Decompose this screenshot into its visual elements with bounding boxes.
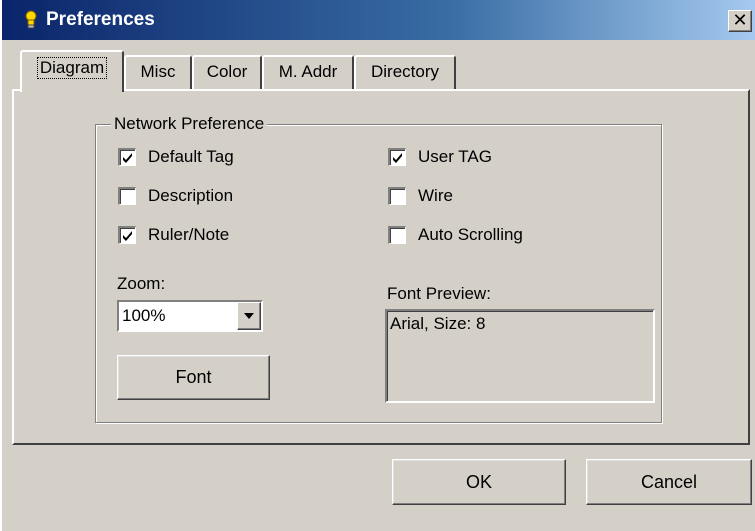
checkbox-box[interactable] <box>388 226 406 244</box>
checkbox-label: Auto Scrolling <box>418 225 523 244</box>
lightbulb-icon <box>24 10 38 30</box>
window-title: Preferences <box>46 9 155 30</box>
tab-label: Diagram <box>36 57 108 79</box>
tab-color[interactable]: Color <box>192 55 262 89</box>
tab-label: Misc <box>140 62 176 81</box>
checkbox-box[interactable] <box>388 187 406 205</box>
title-bar[interactable]: Preferences ✕ <box>2 0 755 40</box>
zoom-value: 100% <box>122 306 166 325</box>
tab-diagram[interactable]: Diagram <box>20 50 124 92</box>
zoom-dropdown-button[interactable] <box>237 302 261 330</box>
tab-directory[interactable]: Directory <box>354 55 456 89</box>
zoom-select[interactable]: 100% <box>117 300 263 332</box>
checkbox-label: Description <box>148 186 234 205</box>
chevron-down-icon <box>244 313 254 319</box>
tab-m-addr[interactable]: M. Addr <box>262 55 354 89</box>
tab-label: Directory <box>370 62 439 81</box>
tab-label: M. Addr <box>278 62 338 81</box>
checkbox-box[interactable] <box>118 148 136 166</box>
checkmark-icon <box>123 231 132 241</box>
checkbox-box[interactable] <box>118 226 136 244</box>
checkmark-icon <box>123 153 132 163</box>
cancel-button[interactable]: Cancel <box>586 459 752 505</box>
checkbox-label: Default Tag <box>148 147 234 166</box>
checkbox-box[interactable] <box>118 187 136 205</box>
close-button[interactable]: ✕ <box>728 10 752 32</box>
font-preview-label: Font Preview: <box>387 284 491 303</box>
checkbox-label: Ruler/Note <box>148 225 230 244</box>
font-preview-box: Arial, Size: 8 <box>385 309 655 403</box>
zoom-label: Zoom: <box>117 274 166 293</box>
ok-button[interactable]: OK <box>392 459 566 505</box>
tab-label: Color <box>206 62 248 81</box>
group-title: Network Preference <box>111 113 268 135</box>
checkbox-box[interactable] <box>388 148 406 166</box>
checkbox-label: Wire <box>418 186 453 205</box>
checkbox-label: User TAG <box>418 147 492 166</box>
tab-panel-diagram: Network Preference Default Tag Descripti… <box>12 89 750 445</box>
preferences-dialog: Preferences ✕ Diagram Misc Color M. Addr… <box>0 0 755 531</box>
tab-misc[interactable]: Misc <box>124 55 192 89</box>
font-preview-text: Arial, Size: 8 <box>390 314 486 333</box>
font-button[interactable]: Font <box>117 355 270 400</box>
checkmark-icon <box>393 153 402 163</box>
close-icon: ✕ <box>732 10 748 30</box>
